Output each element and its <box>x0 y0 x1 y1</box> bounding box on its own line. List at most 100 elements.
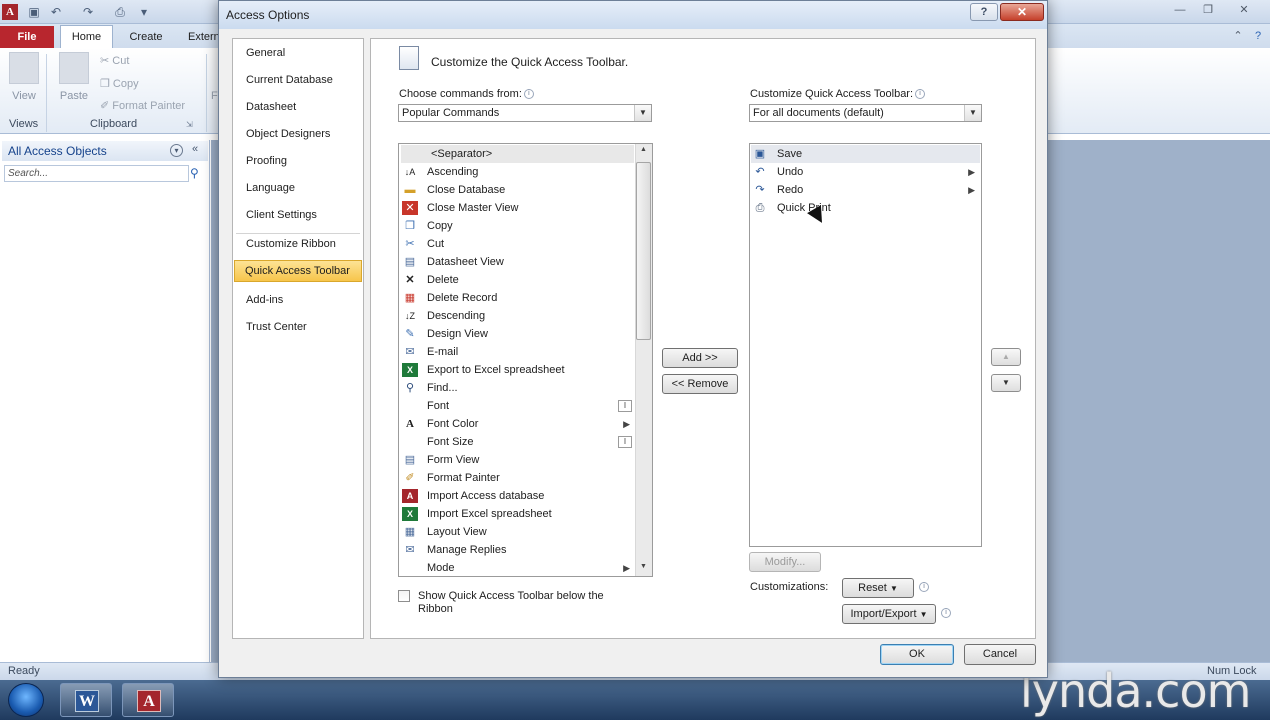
import-export-button[interactable]: Import/Export ▼ <box>842 604 936 624</box>
list-item[interactable]: ✐ Format Painter <box>401 469 634 487</box>
scroll-up-icon[interactable]: ▲ <box>637 146 650 158</box>
category-datasheet[interactable]: Datasheet <box>239 97 361 117</box>
list-item[interactable]: Font I <box>401 397 634 415</box>
dialog-launcher-icon[interactable]: ⇲ <box>186 120 193 129</box>
move-down-button[interactable]: ▼ <box>991 374 1021 392</box>
cut-button[interactable]: ✂ Cut <box>100 54 129 67</box>
list-item[interactable]: A Import Access database <box>401 487 634 505</box>
show-below-ribbon-label[interactable]: Show Quick Access Toolbar below the Ribb… <box>418 590 628 616</box>
list-item[interactable]: Mode ▶ <box>401 559 634 576</box>
list-item[interactable]: ✕ Close Master View <box>401 199 634 217</box>
layout-view-icon: ▦ <box>404 526 416 538</box>
remove-button[interactable]: << Remove <box>662 374 738 394</box>
nav-search-input[interactable]: Search... <box>4 165 189 182</box>
copy-button[interactable]: ❐ Copy <box>100 77 139 90</box>
list-item[interactable]: ✉ E-mail <box>401 343 634 361</box>
dialog-help-button[interactable]: ? <box>970 3 998 21</box>
list-item[interactable]: ⚲ Find... <box>401 379 634 397</box>
sort-ascending-icon: ↓A <box>404 167 416 177</box>
list-item[interactable]: ❐ Copy <box>401 217 634 235</box>
dialog-titlebar[interactable] <box>219 1 1047 29</box>
add-button[interactable]: Add >> <box>662 348 738 368</box>
category-current-database[interactable]: Current Database <box>239 70 361 90</box>
save-icon[interactable]: ▣ <box>26 4 42 20</box>
list-item[interactable]: A Font Color ▶ <box>401 415 634 433</box>
help-icon[interactable]: ? <box>1246 28 1270 44</box>
list-item[interactable]: ✂ Cut <box>401 235 634 253</box>
list-item[interactable]: ▦ Layout View <box>401 523 634 541</box>
qat-item-quick-print[interactable]: ⎙ Quick Print <box>751 199 979 217</box>
category-quick-access-toolbar[interactable]: Quick Access Toolbar <box>234 260 362 282</box>
email-icon: ✉ <box>405 346 415 358</box>
chevron-down-icon: ▼ <box>964 105 981 121</box>
show-below-ribbon-checkbox[interactable] <box>398 590 410 602</box>
start-button[interactable] <box>8 683 44 717</box>
list-item[interactable]: ✕ Delete <box>401 271 634 289</box>
list-item[interactable]: ✉ Manage Replies <box>401 541 634 559</box>
tab-home[interactable]: Home <box>60 25 113 49</box>
list-item[interactable]: Font Size I <box>401 433 634 451</box>
search-icon[interactable]: ⚲ <box>190 166 199 180</box>
undo-icon[interactable]: ↶ <box>48 4 64 20</box>
customize-qat-dropdown[interactable]: For all documents (default) ▼ <box>749 104 982 122</box>
list-item[interactable]: ↓Z Descending <box>401 307 634 325</box>
category-customize-ribbon[interactable]: Customize Ribbon <box>239 234 361 254</box>
commands-scrollbar-thumb[interactable] <box>636 162 651 340</box>
taskbar-word[interactable]: W <box>60 683 112 717</box>
scissors-icon: ✂ <box>405 238 415 250</box>
submenu-arrow-icon: ▶ <box>623 563 630 573</box>
choose-commands-dropdown[interactable]: Popular Commands ▼ <box>398 104 652 122</box>
list-item[interactable]: ▤ Datasheet View <box>401 253 634 271</box>
restore-icon[interactable]: ❐ <box>1196 2 1220 18</box>
dialog-close-button[interactable]: ✕ <box>1000 3 1044 21</box>
nav-dropdown-icon[interactable]: ▾ <box>170 144 183 157</box>
chevron-down-icon: ▼ <box>919 610 928 619</box>
category-object-designers[interactable]: Object Designers <box>239 124 361 144</box>
access-icon: A <box>137 690 161 712</box>
category-add-ins[interactable]: Add-ins <box>239 290 361 310</box>
list-item[interactable]: ▦ Delete Record <box>401 289 634 307</box>
tab-create[interactable]: Create <box>118 26 174 48</box>
format-painter-button[interactable]: ✐ Format Painter <box>100 99 185 112</box>
view-button[interactable]: View <box>6 52 42 102</box>
category-trust-center[interactable]: Trust Center <box>239 317 361 337</box>
info-icon: i <box>915 89 926 100</box>
redo-icon[interactable]: ↷ <box>80 4 96 20</box>
taskbar-access[interactable]: A <box>122 683 174 717</box>
ok-button[interactable]: OK <box>880 644 954 665</box>
list-item[interactable]: ▬ Close Database <box>401 181 634 199</box>
category-proofing[interactable]: Proofing <box>239 151 361 171</box>
tab-file[interactable]: File <box>0 26 54 48</box>
list-item[interactable]: X Export to Excel spreadsheet <box>401 361 634 379</box>
close-icon[interactable]: ✕ <box>1232 2 1256 18</box>
access-logo-icon[interactable]: A <box>2 4 18 20</box>
category-language[interactable]: Language <box>239 178 361 198</box>
list-item[interactable]: X Import Excel spreadsheet <box>401 505 634 523</box>
list-item[interactable]: ▤ Form View <box>401 451 634 469</box>
category-general[interactable]: General <box>239 43 361 63</box>
view-icon <box>9 52 39 84</box>
submenu-arrow-icon: ▶ <box>623 419 630 429</box>
cancel-button[interactable]: Cancel <box>964 644 1036 665</box>
qat-item-redo[interactable]: ↷ Redo ▶ <box>751 181 979 199</box>
list-item-separator[interactable]: <Separator> <box>401 145 634 163</box>
scroll-down-icon[interactable]: ▼ <box>637 563 650 575</box>
move-up-button[interactable]: ▲ <box>991 348 1021 366</box>
status-ready: Ready <box>8 665 40 677</box>
printer-icon[interactable]: ⎙ <box>112 4 128 20</box>
modify-button[interactable]: Modify... <box>749 552 821 572</box>
minimize-icon[interactable]: — <box>1168 2 1192 18</box>
qat-dropdown-icon[interactable]: ▾ <box>136 4 152 20</box>
paste-button[interactable]: Paste <box>56 52 92 102</box>
qat-item-save[interactable]: ▣ Save <box>751 145 979 163</box>
qat-item-undo[interactable]: ↶ Undo ▶ <box>751 163 979 181</box>
list-item[interactable]: ✎ Design View <box>401 325 634 343</box>
reset-button[interactable]: Reset ▼ <box>842 578 914 598</box>
info-icon: i <box>939 607 951 619</box>
list-item[interactable]: ↓A Ascending <box>401 163 634 181</box>
category-client-settings[interactable]: Client Settings <box>239 205 361 225</box>
group-separator <box>46 54 47 132</box>
group-separator <box>206 54 207 132</box>
shutter-bar-icon[interactable]: « <box>192 143 198 155</box>
commands-list[interactable]: <Separator> ↓A Ascending ▬ Close Database … <box>398 143 653 577</box>
